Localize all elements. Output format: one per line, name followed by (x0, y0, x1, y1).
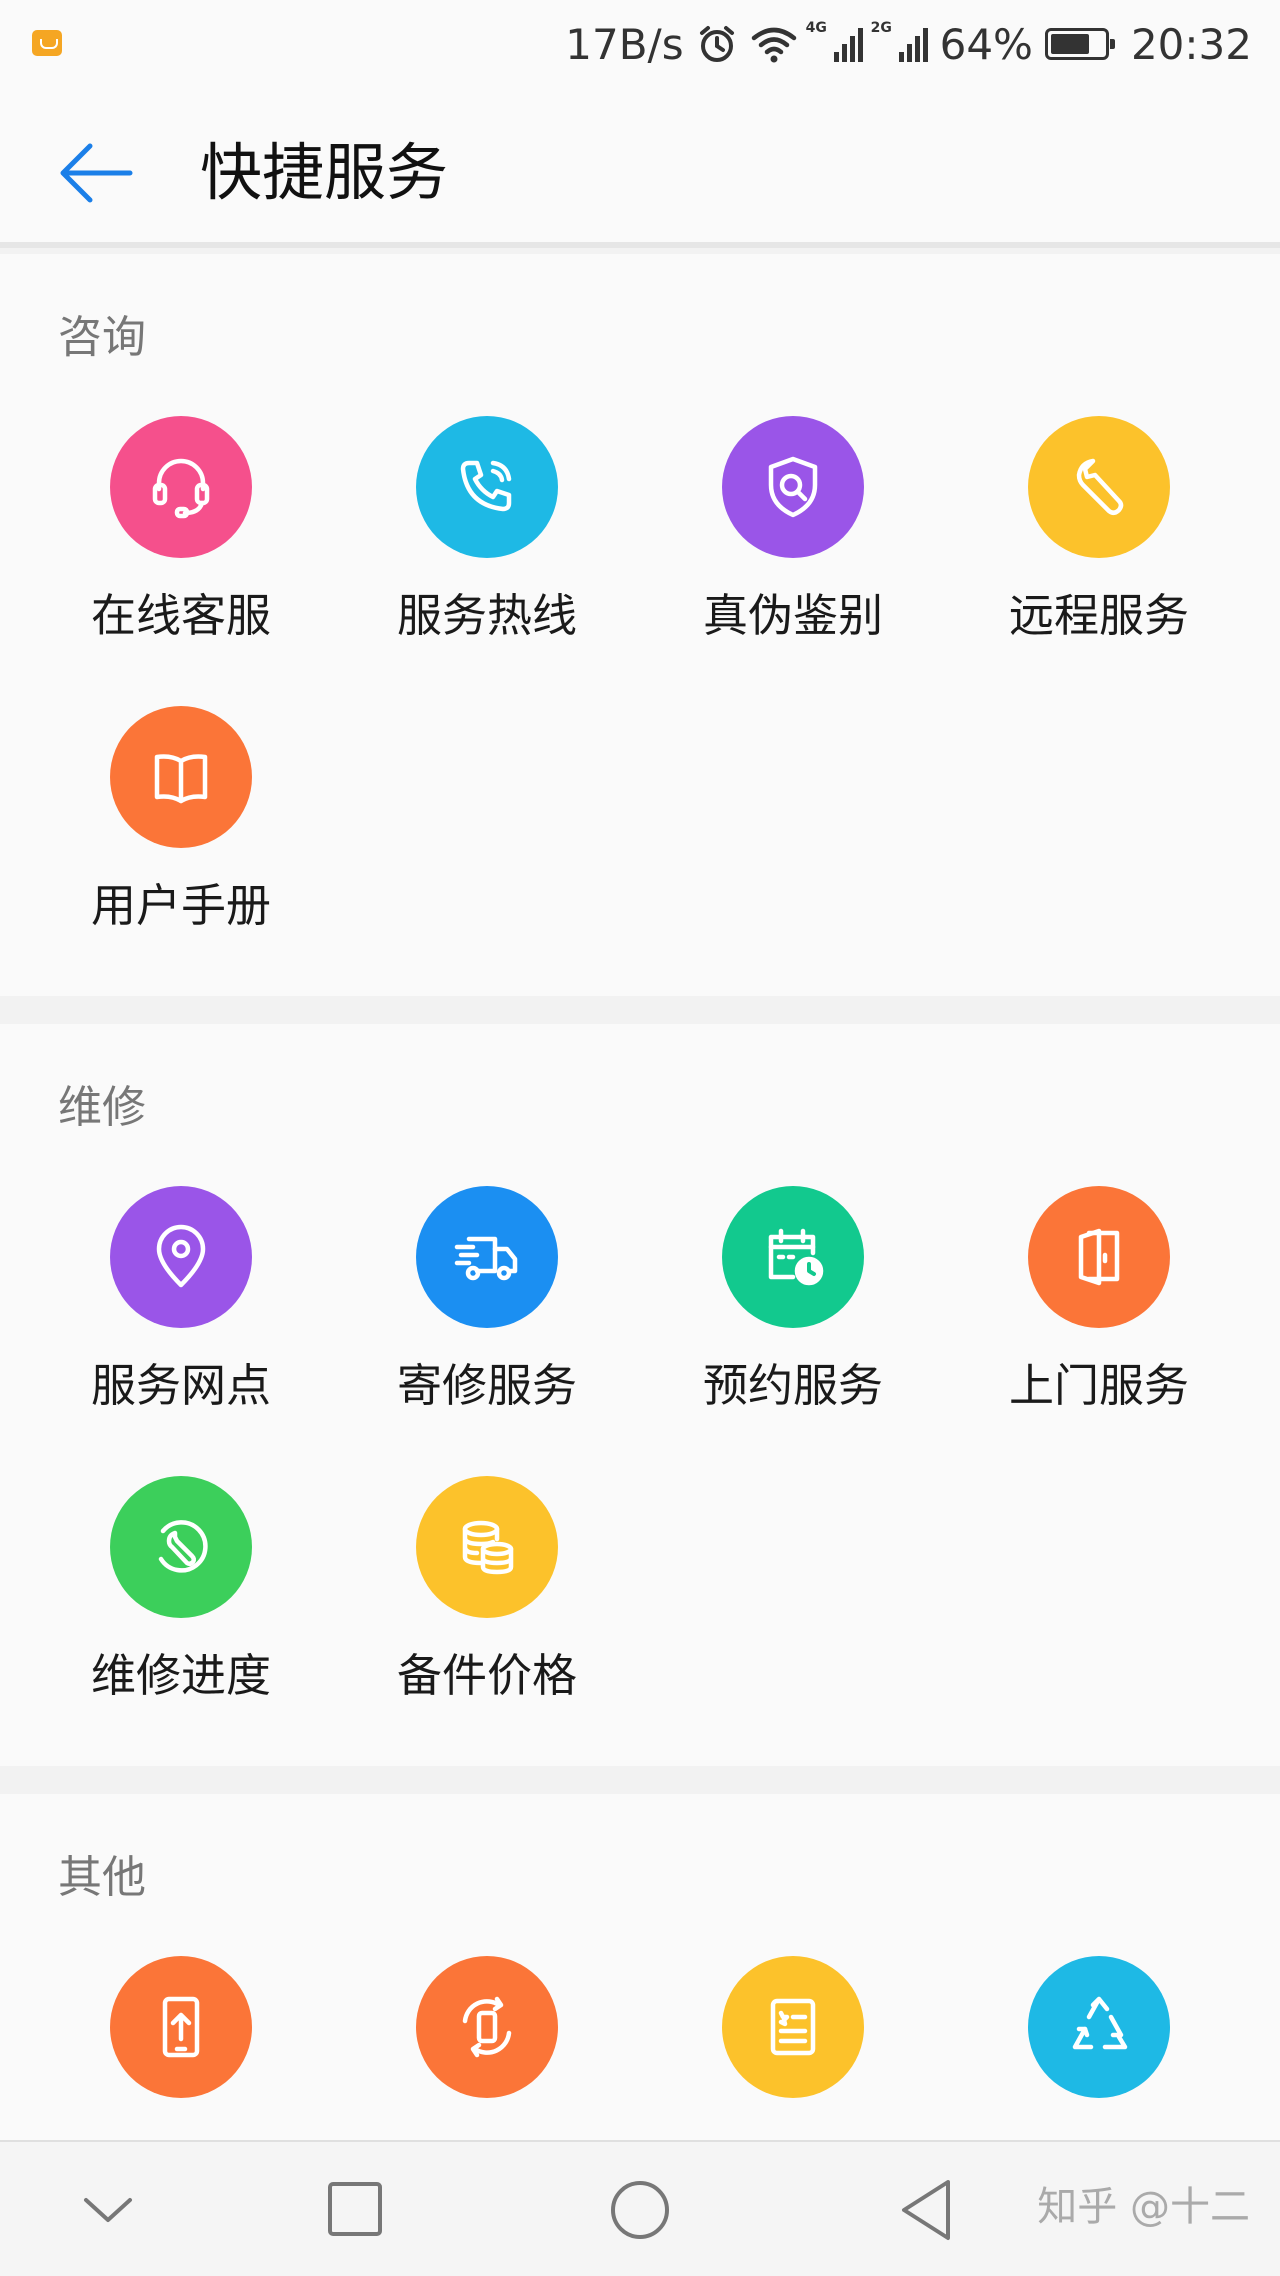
wifi-icon (751, 27, 796, 63)
truck-icon (416, 1186, 558, 1328)
item-label: 真伪鉴别 (702, 589, 883, 642)
section-repair: 维修 服务网点 寄修服务 预约服务 上门服务 维修进度 备件价格 (0, 1024, 1280, 1766)
phone-rotate-icon (416, 1956, 558, 2098)
item-label: 备件价格 (396, 1649, 577, 1702)
other-item-1[interactable] (28, 1956, 334, 2128)
parts-price-button[interactable]: 备件价格 (334, 1476, 640, 1704)
section-title: 其他 (58, 1852, 146, 1903)
back-nav-button[interactable] (888, 2170, 968, 2250)
section-consult: 咨询 在线客服 服务热线 真伪鉴别 远程服务 用户手册 (0, 254, 1280, 996)
document-icon (722, 1956, 864, 2098)
phone-upload-icon (110, 1956, 252, 2098)
service-hotline-button[interactable]: 服务热线 (334, 416, 640, 644)
item-label: 寄修服务 (396, 1359, 577, 1412)
user-manual-button[interactable]: 用户手册 (28, 706, 334, 934)
item-label: 在线客服 (90, 589, 271, 642)
signal-2g-icon: 2G (871, 20, 928, 62)
home-button[interactable] (600, 2170, 680, 2250)
alarm-icon (699, 26, 734, 62)
arrow-left-icon (60, 143, 133, 203)
clock: 20:32 (1130, 19, 1252, 69)
appointment-service-button[interactable]: 预约服务 (640, 1186, 946, 1414)
location-pin-icon (110, 1186, 252, 1328)
authenticity-check-button[interactable]: 真伪鉴别 (640, 416, 946, 644)
other-item-2[interactable] (334, 1956, 640, 2128)
signal-4g-icon: 4G (806, 20, 863, 62)
navigation-bar: 知乎 @十二 (0, 2140, 1280, 2276)
page-title: 快捷服务 (200, 136, 449, 209)
online-support-button[interactable]: 在线客服 (28, 416, 334, 644)
mail-in-repair-button[interactable]: 寄修服务 (334, 1186, 640, 1414)
collapse-button[interactable] (68, 2170, 148, 2250)
section-other: 其他 (0, 1794, 1280, 2140)
item-label: 服务热线 (396, 589, 577, 642)
door-icon (1028, 1186, 1170, 1328)
repair-progress-button[interactable]: 维修进度 (28, 1476, 334, 1704)
repair-progress-icon (110, 1476, 252, 1618)
section-title: 维修 (58, 1082, 146, 1133)
headset-icon (110, 416, 252, 558)
item-label: 上门服务 (1008, 1359, 1189, 1412)
item-label: 维修进度 (90, 1649, 271, 1702)
onsite-service-button[interactable]: 上门服务 (946, 1186, 1252, 1414)
phone-call-icon (416, 416, 558, 558)
item-label: 预约服务 (702, 1359, 883, 1412)
watermark: 知乎 @十二 (1037, 2184, 1250, 2230)
item-label: 服务网点 (90, 1359, 271, 1412)
shield-search-icon (722, 416, 864, 558)
service-outlets-button[interactable]: 服务网点 (28, 1186, 334, 1414)
status-indicators: 17B/s 4G 2G 64% 20:32 (565, 14, 1252, 74)
other-item-4[interactable] (946, 1956, 1252, 2128)
coins-icon (416, 1476, 558, 1618)
chevron-down-icon (84, 2198, 132, 2222)
section-title: 咨询 (58, 312, 146, 363)
triangle-back-icon (902, 2180, 950, 2240)
wrench-icon (1028, 416, 1170, 558)
recycle-icon (1028, 1956, 1170, 2098)
item-label: 远程服务 (1008, 589, 1189, 642)
notification-app-icon (32, 30, 62, 56)
other-item-3[interactable] (640, 1956, 946, 2128)
battery-icon (1044, 28, 1115, 60)
recents-button[interactable] (316, 2170, 396, 2250)
square-icon (328, 2182, 382, 2236)
title-bar: 快捷服务 (0, 88, 1280, 248)
status-bar: 17B/s 4G 2G 64% 20:32 (0, 0, 1280, 88)
battery-percent: 64% (939, 19, 1033, 69)
book-icon (110, 706, 252, 848)
calendar-clock-icon (722, 1186, 864, 1328)
back-button[interactable] (50, 128, 140, 218)
remote-service-button[interactable]: 远程服务 (946, 416, 1252, 644)
network-speed: 17B/s (565, 19, 684, 69)
circle-icon (611, 2181, 669, 2239)
item-label: 用户手册 (90, 879, 271, 932)
